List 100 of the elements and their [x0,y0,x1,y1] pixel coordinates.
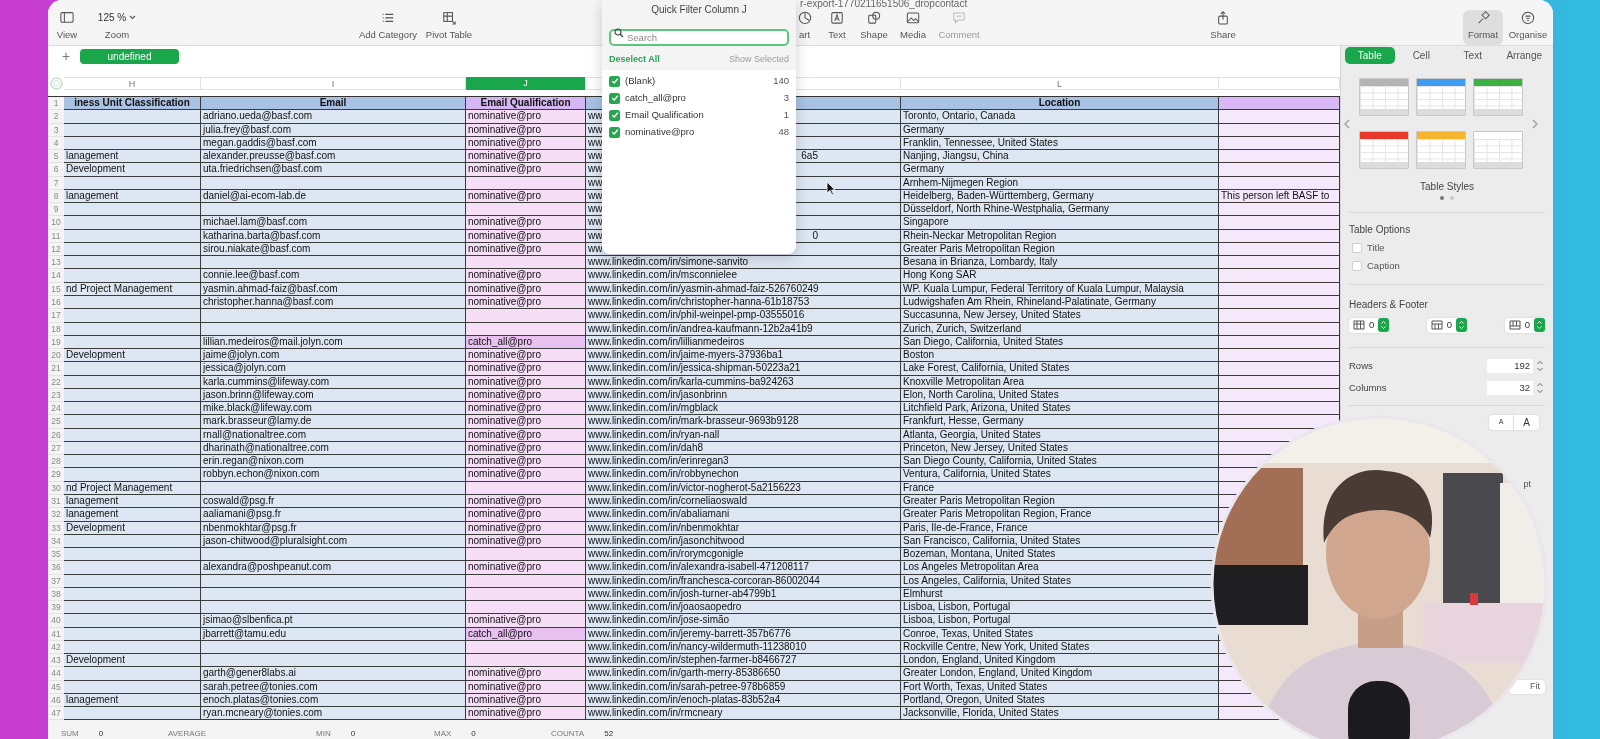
row-number: 35 [48,548,64,562]
row-number: 39 [48,601,64,615]
table-cell: Succasunna, New Jersey, United States [901,309,1219,323]
header-cell: Email Qualification [466,97,586,111]
stepper[interactable]: 0 [1426,317,1468,333]
search-field[interactable]: Search [609,29,789,46]
table-cell: www.linkedin.com/in/rorymcgonigle [586,548,901,562]
toolbar-button[interactable]: Add Category [356,10,420,45]
stepper[interactable]: 0 [1349,317,1390,333]
table-cell: nominative@pro [466,561,586,575]
row-number: 25 [48,415,64,429]
table-cell: www.linkedin.com/in/mgblack [586,402,901,416]
number-field[interactable]: 192 [1487,358,1533,373]
row-number: 43 [48,654,64,668]
toolbar-button[interactable]: Organise [1503,10,1553,45]
header-cell: Location [901,97,1219,111]
table-cell: London, England, United Kingdom [901,654,1219,668]
font-size-button[interactable]: A [1514,415,1539,430]
row-number: 17 [48,309,64,323]
table-cell: nominative@pro [466,402,586,416]
checkbox[interactable] [609,126,620,138]
table-cell: michael.lam@basf.com [201,216,466,230]
filter-option-count: 1 [783,107,789,122]
comment-icon [950,10,968,26]
filter-option-label[interactable]: (Blank) [625,73,769,89]
number-field[interactable]: 32 [1487,380,1533,395]
sidebar-tab[interactable]: Cell [1396,47,1446,64]
filter-option-count: 48 [778,124,789,139]
table-cell: nominative@pro [466,163,586,177]
toolbar-button[interactable]: Format [1463,10,1503,45]
stepper-value: 0 [1446,317,1453,332]
checkbox[interactable] [609,75,620,87]
table-cell: www.linkedin.com/in/rmcneary [586,707,901,721]
sidebar-tab[interactable]: Arrange [1499,47,1549,64]
status-value: 0 [98,729,104,738]
stepper-arrows-icon[interactable] [1456,318,1468,332]
table-cell: mike.black@lifeway.com [201,402,466,416]
stepper-arrows-icon[interactable] [1534,318,1545,332]
document-title: r-export-1770211651506_dropcontact [800,0,968,9]
row-number: 40 [48,614,64,628]
row-number: 9 [48,203,64,217]
stepper-arrows-icon[interactable] [1535,380,1545,395]
stepper-arrows-icon[interactable] [1535,358,1545,373]
cell-text: 6a5 [801,150,818,163]
chevron-right-icon[interactable] [1531,118,1539,129]
table-cell: Boston [901,349,1219,363]
filter-option-label[interactable]: catch_all@pro [625,90,779,106]
table-cell: www.linkedin.com/in/jessica-shipman-50223a21 [586,362,901,376]
shape-icon [865,10,883,26]
table-cell: www.linkedin.com/in/jaime-myers-37936ba1 [586,349,901,363]
toolbar-button[interactable]: art [790,10,819,45]
table-cell: nominative@pro [466,216,586,230]
chevron-down-icon [129,15,137,21]
table-style-thumbnail[interactable] [1473,131,1523,169]
status-value: 52 [604,729,614,738]
chevron-left-icon[interactable] [1343,118,1351,129]
checkbox[interactable] [1352,243,1362,254]
cell-text: ww [588,229,603,242]
status-value: 0 [471,729,476,738]
filter-option-count: 140 [773,73,789,88]
toolbar-button[interactable]: Media [893,10,933,45]
column-letter[interactable] [1219,77,1340,90]
text-box-icon [828,10,846,26]
toolbar-button[interactable]: Pivot Table [420,10,478,45]
toolbar-button[interactable]: View [52,10,82,45]
column-letter[interactable]: H [64,77,201,90]
toolbar-button[interactable]: Text [819,10,855,45]
table-cell: www.linkedin.com/in/garth-merry-85386650 [586,667,901,681]
table-style-thumbnail[interactable] [1359,78,1409,116]
table-cell: Jacksonville, Florida, United States [901,707,1219,721]
filter-option-label[interactable]: Email Qualification [625,107,779,123]
stepper-arrows-icon[interactable] [1378,318,1390,332]
checkbox[interactable] [609,92,620,104]
sidebar-tab[interactable]: Text [1448,47,1498,64]
table-cell: Besana in Brianza, Lombardy, Italy [901,256,1219,270]
stepper[interactable]: 0 [1504,317,1545,333]
row-number: 47 [48,707,64,721]
zoom-dropdown[interactable]: 125 % [91,10,143,26]
checkbox-label: Caption [1367,259,1400,274]
table-cell: Greater Paris Metropolitan Region, France [901,508,1219,522]
stepper-value: 0 [1369,317,1375,332]
table-style-thumbnail[interactable] [1359,131,1409,169]
toolbar-button[interactable]: Share [1203,10,1243,45]
table-cell: Lake Forest, California, United States [901,362,1219,376]
add-sheet-button[interactable]: + [60,49,72,63]
checkbox[interactable] [609,109,620,121]
column-letter[interactable]: I [201,77,466,90]
checkbox[interactable] [1352,261,1362,272]
row-number: 20 [48,349,64,363]
select-all-icon[interactable] [49,77,63,90]
status-value: 0 [350,729,356,738]
toolbar-button[interactable]: Shape [855,10,893,45]
table-style-thumbnail[interactable] [1416,78,1466,116]
table-style-thumbnail[interactable] [1416,131,1466,169]
section-title: Headers & Footer [1349,297,1429,312]
sidebar-icon [58,10,76,26]
filter-option-count: 3 [783,90,789,105]
table-cell: jsimao@slbenfica.pt [201,614,466,628]
column-letter[interactable]: L [901,77,1219,90]
table-style-thumbnail[interactable] [1473,78,1523,116]
